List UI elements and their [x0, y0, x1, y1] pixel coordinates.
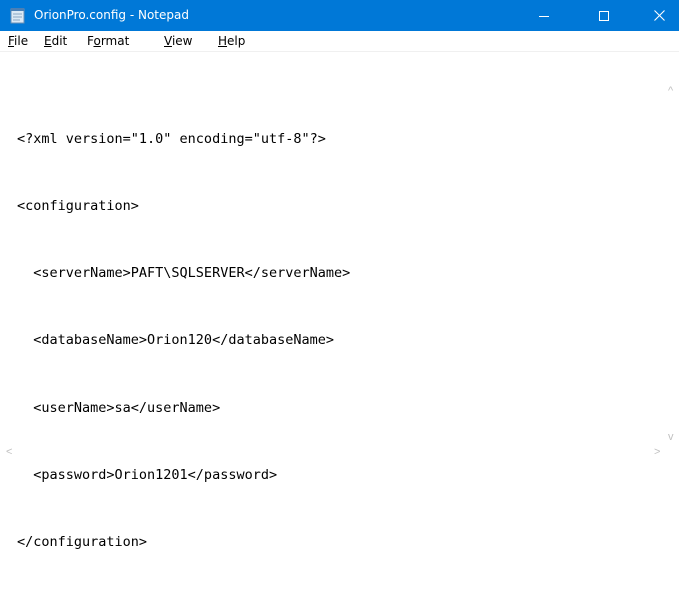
- menu-edit[interactable]: Edit: [44, 31, 67, 51]
- menu-format-accelerator: o: [93, 34, 101, 48]
- menu-help[interactable]: Help: [218, 31, 245, 51]
- text-line: <password>Orion1201</password>: [17, 466, 278, 483]
- text-editor[interactable]: <?xml version="1.0" encoding="utf-8"?> <…: [17, 83, 350, 598]
- close-icon: [653, 10, 665, 21]
- menu-format-label-end: rmat: [100, 34, 130, 48]
- text-line: <userName>sa</userName>: [17, 399, 221, 416]
- vertical-scrollbar[interactable]: [665, 80, 679, 443]
- scroll-up-arrow-icon[interactable]: ^: [668, 86, 673, 97]
- menu-view[interactable]: View: [164, 31, 192, 51]
- maximize-button[interactable]: [581, 0, 627, 31]
- menu-format[interactable]: Format: [87, 31, 129, 51]
- minimize-button[interactable]: [521, 0, 567, 31]
- scroll-left-arrow-icon[interactable]: <: [6, 447, 12, 458]
- close-button[interactable]: [636, 0, 679, 31]
- menu-view-label: iew: [171, 34, 193, 48]
- text-line: </configuration>: [17, 534, 148, 551]
- scroll-right-arrow-icon[interactable]: >: [654, 447, 660, 458]
- menu-edit-label: dit: [51, 34, 68, 48]
- menu-bar: File Edit Format View Help: [0, 31, 679, 52]
- maximize-icon: [599, 10, 609, 21]
- text-line: <serverName>PAFT\SQLSERVER</serverName>: [17, 265, 351, 282]
- text-line: <databaseName>Orion120</databaseName>: [17, 332, 334, 349]
- menu-edit-accelerator: E: [44, 34, 52, 48]
- scroll-down-arrow-icon[interactable]: v: [668, 432, 674, 443]
- text-line: <?xml version="1.0" encoding="utf-8"?>: [17, 130, 326, 147]
- notepad-icon: [10, 8, 25, 24]
- menu-help-label: elp: [227, 34, 246, 48]
- menu-file-label: ile: [14, 34, 29, 48]
- menu-view-accelerator: V: [164, 34, 172, 48]
- menu-file[interactable]: File: [8, 31, 28, 51]
- text-line: <configuration>: [17, 198, 139, 215]
- window-title: OrionPro.config - Notepad: [34, 8, 189, 22]
- title-bar[interactable]: OrionPro.config - Notepad: [0, 0, 679, 31]
- horizontal-scrollbar[interactable]: [0, 443, 665, 460]
- menu-help-accelerator: H: [218, 34, 228, 48]
- minimize-icon: [539, 15, 549, 17]
- notepad-window: OrionPro.config - Notepad File Edit Form…: [0, 0, 679, 550]
